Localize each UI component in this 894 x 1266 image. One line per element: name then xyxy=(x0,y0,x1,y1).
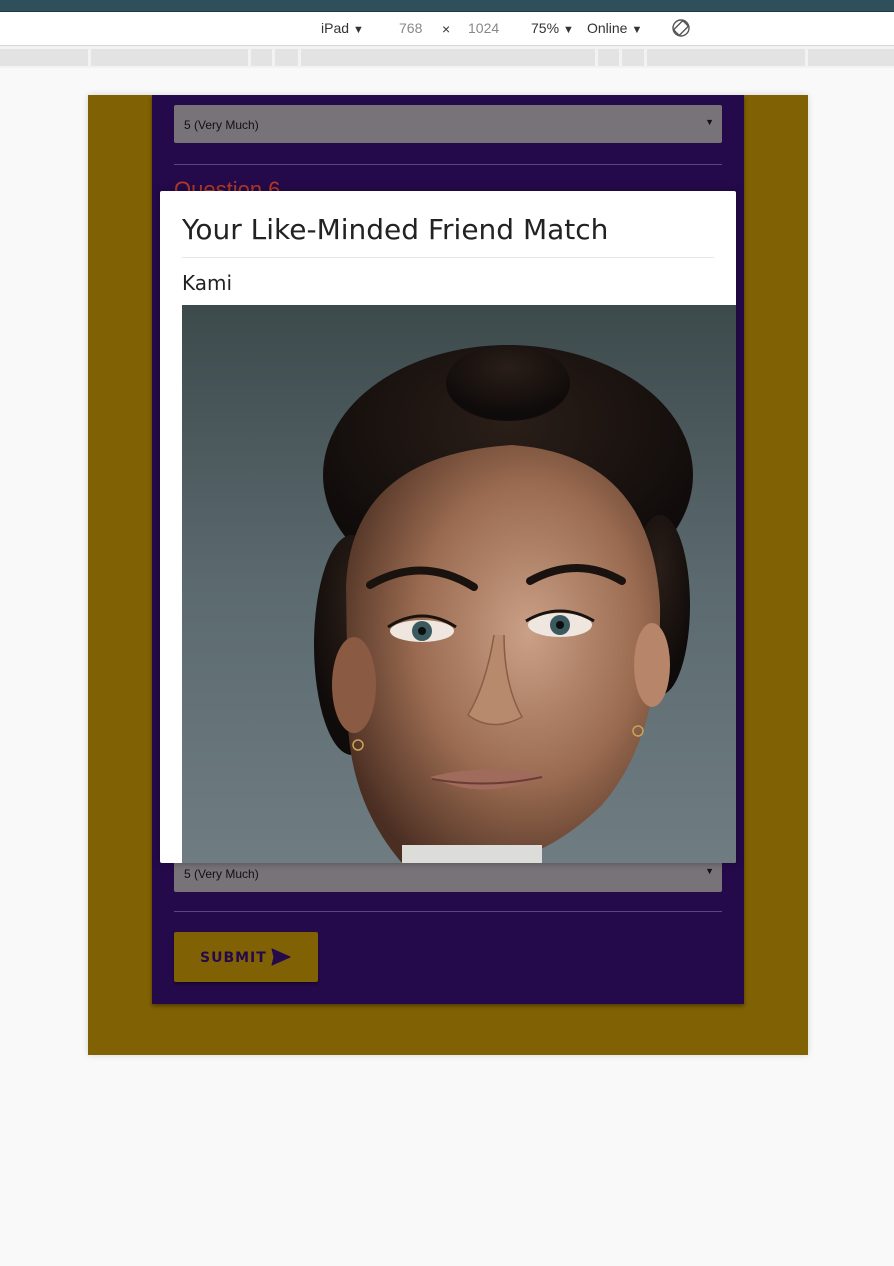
zoom-selector[interactable]: 75% ▼ xyxy=(531,20,574,36)
ruler-segment[interactable] xyxy=(622,49,644,66)
select-value: 5 (Very Much) xyxy=(184,118,259,132)
ruler-segment[interactable] xyxy=(0,49,88,66)
device-toolbar: iPad ▼ 768 × 1024 75% ▼ Online ▼ xyxy=(0,12,894,46)
match-modal: Your Like-Minded Friend Match Kami xyxy=(160,191,736,863)
match-name: Kami xyxy=(182,271,233,295)
media-query-ruler xyxy=(0,46,894,68)
divider xyxy=(174,164,722,165)
ruler-segment[interactable] xyxy=(808,49,894,66)
browser-top-stripe xyxy=(0,0,894,12)
chevron-down-icon: ▼ xyxy=(353,24,364,36)
ruler-segment[interactable] xyxy=(301,49,595,66)
chevron-down-icon: ▼ xyxy=(705,117,714,127)
question-5-select[interactable]: 5 (Very Much) ▼ xyxy=(174,105,722,143)
portrait-photo xyxy=(182,305,736,863)
width-input[interactable]: 768 xyxy=(399,20,422,36)
send-icon xyxy=(271,948,291,966)
network-throttle-selector[interactable]: Online ▼ xyxy=(587,20,642,36)
dimension-separator: × xyxy=(442,21,451,37)
submit-button[interactable]: SUBMIT xyxy=(174,932,318,982)
divider xyxy=(174,911,722,912)
device-selector[interactable]: iPad ▼ xyxy=(321,20,364,36)
chevron-down-icon: ▼ xyxy=(631,24,643,36)
ruler-segment[interactable] xyxy=(647,49,805,66)
chevron-down-icon: ▼ xyxy=(563,24,574,36)
ruler-segment[interactable] xyxy=(91,49,248,66)
chevron-down-icon: ▼ xyxy=(705,866,714,876)
ruler-segment[interactable] xyxy=(598,49,619,66)
submit-label: SUBMIT xyxy=(200,950,267,966)
ruler-segment[interactable] xyxy=(275,49,298,66)
height-input[interactable]: 1024 xyxy=(468,20,499,36)
ruler-segment[interactable] xyxy=(251,49,272,66)
select-value: 5 (Very Much) xyxy=(184,867,259,881)
modal-title: Your Like-Minded Friend Match xyxy=(182,213,609,246)
modal-divider xyxy=(182,257,714,258)
rotate-icon[interactable] xyxy=(671,18,691,38)
